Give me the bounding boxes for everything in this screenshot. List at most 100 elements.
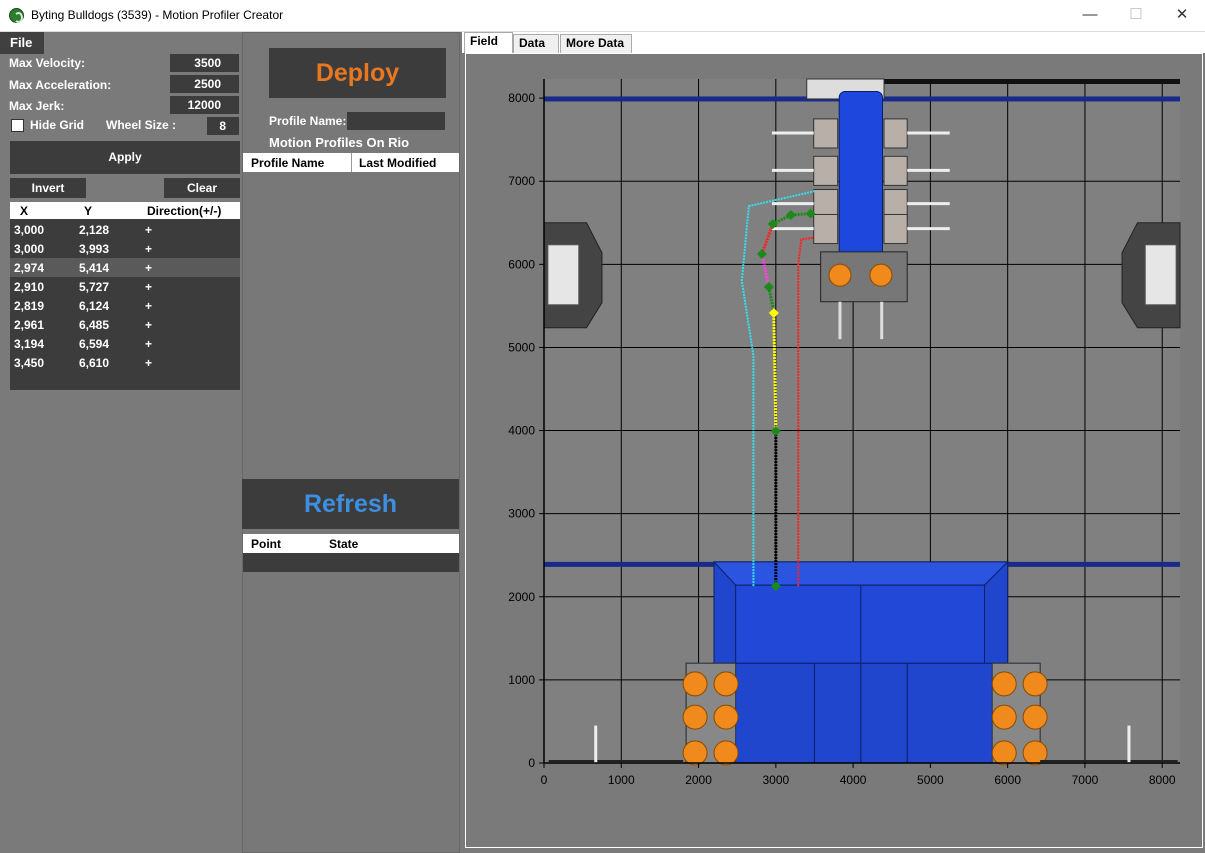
window-title: Byting Bulldogs (3539) - Motion Profiler… [31, 8, 284, 22]
y-tick-label: 2000 [508, 590, 535, 604]
minimize-button[interactable]: — [1067, 0, 1113, 31]
app-logo-icon [9, 8, 24, 23]
platform-lower [685, 662, 1041, 764]
deploy-button[interactable]: Deploy [269, 48, 446, 98]
y-tick-label: 5000 [508, 340, 535, 354]
hide-grid-checkbox[interactable] [11, 119, 24, 132]
close-button[interactable]: ✕ [1159, 0, 1205, 31]
cell-x: 3,450 [14, 356, 45, 370]
cell-y: 5,727 [79, 280, 110, 294]
table-row[interactable]: 2,819 6,124 + [10, 296, 240, 315]
column-header-direction[interactable]: Direction(+/-) [147, 204, 221, 218]
cell-dir: + [145, 337, 153, 351]
y-tick-label: 6000 [508, 257, 535, 271]
clear-button[interactable]: Clear [164, 178, 240, 198]
max-velocity-input[interactable]: 3500 [170, 54, 239, 72]
column-header-last-modified[interactable]: Last Modified [359, 156, 436, 170]
power-cube [713, 671, 739, 697]
field-view[interactable]: 0 1000 2000 3000 4000 5000 6000 7000 8000 0 1000 20… [465, 53, 1203, 848]
column-header-state[interactable]: State [329, 537, 358, 551]
max-jerk-input[interactable]: 12000 [170, 96, 239, 114]
refresh-button[interactable]: Refresh [242, 479, 459, 529]
scale-block [883, 118, 908, 149]
apply-button[interactable]: Apply [10, 141, 240, 174]
tab-field[interactable]: Field [464, 32, 513, 53]
x-tick-label: 0 [541, 773, 548, 787]
power-cube [828, 263, 852, 287]
cell-y: 6,124 [79, 299, 110, 313]
table-row[interactable]: 2,974 5,414 + [10, 258, 240, 277]
tab-bar: Field Data More Data [462, 32, 1205, 53]
cell-dir: + [145, 242, 153, 256]
x-tick-label: 2000 [685, 773, 712, 787]
scale-arm [838, 90, 883, 257]
post [594, 725, 598, 763]
profiles-list[interactable] [243, 172, 459, 475]
scale-block [883, 213, 908, 245]
max-acceleration-input[interactable]: 2500 [170, 75, 239, 93]
left-exchange-door [547, 244, 580, 306]
cell-dir: + [145, 280, 153, 294]
max-acceleration-label: Max Acceleration: [9, 78, 112, 92]
table-row[interactable]: 2,961 6,485 + [10, 315, 240, 334]
wheel-size-input[interactable]: 8 [207, 117, 239, 135]
column-header-point[interactable]: Point [251, 537, 281, 551]
tab-data[interactable]: Data [513, 34, 559, 53]
scale-block [813, 155, 839, 186]
hide-grid-label: Hide Grid [30, 118, 85, 132]
cell-y: 6,594 [79, 337, 110, 351]
power-cube [713, 740, 739, 766]
cell-dir: + [145, 318, 153, 332]
x-tick-label: 8000 [1149, 773, 1176, 787]
power-cube [682, 671, 708, 697]
column-header-y[interactable]: Y [84, 204, 92, 218]
title-bar: Byting Bulldogs (3539) - Motion Profiler… [0, 0, 1205, 32]
power-cube [869, 263, 893, 287]
power-cube [682, 740, 708, 766]
deploy-button-label: Deploy [315, 59, 400, 87]
invert-button[interactable]: Invert [10, 178, 86, 198]
cell-x: 3,000 [14, 223, 45, 237]
platform-top [735, 584, 985, 664]
cell-x: 2,910 [14, 280, 45, 294]
right-exchange-door [1144, 244, 1177, 306]
post [1127, 725, 1131, 763]
table-row[interactable]: 3,450 6,610 + [10, 353, 240, 372]
x-tick-label: 4000 [840, 773, 867, 787]
table-row[interactable]: 3,000 2,128 + [10, 220, 240, 239]
file-menu[interactable]: File [0, 32, 44, 54]
cell-y: 2,128 [79, 223, 110, 237]
field-plot[interactable]: 0 1000 2000 3000 4000 5000 6000 7000 8000 0 1000 20… [466, 54, 1202, 847]
column-header-x[interactable]: X [20, 204, 28, 218]
cell-x: 2,961 [14, 318, 45, 332]
y-tick-label: 1000 [508, 673, 535, 687]
tab-more-data[interactable]: More Data [560, 34, 632, 53]
wheel-size-label: Wheel Size : [106, 118, 177, 132]
cell-dir: + [145, 299, 153, 313]
table-row[interactable]: 3,000 3,993 + [10, 239, 240, 258]
profiles-on-rio-title: Motion Profiles On Rio [269, 135, 410, 150]
scale-block [883, 155, 908, 186]
y-tick-label: 0 [528, 756, 535, 770]
column-divider [351, 153, 352, 172]
refresh-button-label: Refresh [303, 490, 398, 518]
cell-x: 2,819 [14, 299, 45, 313]
table-row[interactable]: 2,910 5,727 + [10, 277, 240, 296]
column-header-profile-name[interactable]: Profile Name [251, 156, 324, 170]
max-velocity-label: Max Velocity: [9, 56, 86, 70]
x-tick-label: 5000 [917, 773, 944, 787]
maximize-button[interactable]: ☐ [1113, 0, 1159, 31]
cell-x: 3,000 [14, 242, 45, 256]
table-row[interactable]: 3,194 6,594 + [10, 334, 240, 353]
profile-name-label: Profile Name: [269, 114, 347, 128]
left-panel: File Max Velocity: 3500 Max Acceleration… [0, 32, 462, 853]
scale-block [813, 118, 839, 149]
state-table-row[interactable] [243, 553, 459, 572]
points-table[interactable]: X Y Direction(+/-) 3,000 2,128 +3,000 3,993… [10, 202, 240, 390]
power-cube [713, 704, 739, 730]
cell-y: 6,610 [79, 356, 110, 370]
x-tick-label: 3000 [762, 773, 789, 787]
profile-name-input[interactable] [347, 112, 445, 130]
cell-y: 5,414 [79, 261, 110, 275]
points-table-header: X Y Direction(+/-) [10, 202, 240, 219]
